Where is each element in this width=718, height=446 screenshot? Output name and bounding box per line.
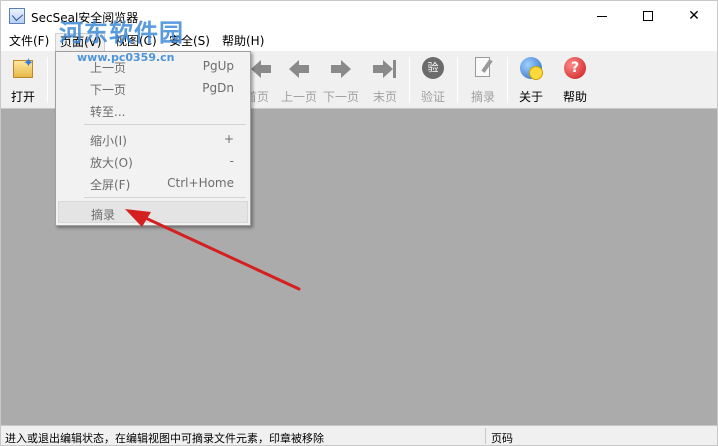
maximize-icon [643, 11, 653, 21]
close-button[interactable]: ✕ [671, 1, 717, 31]
status-divider [485, 428, 486, 444]
close-icon: ✕ [688, 8, 700, 24]
last-page-label: 末页 [372, 90, 397, 104]
help-icon: ? [563, 56, 587, 80]
minimize-icon [597, 15, 607, 17]
toolbar-separator [47, 57, 48, 103]
prev-page-button[interactable]: 上一页 [279, 54, 319, 106]
status-page-number: 页码 [491, 432, 513, 445]
app-icon [9, 8, 25, 24]
menu-item-zoom-in[interactable]: 放大(O) - [58, 150, 248, 172]
menu-item-fullscreen[interactable]: 全屏(F) Ctrl+Home [58, 172, 248, 194]
menu-separator [84, 197, 246, 198]
open-button[interactable]: ✦ 打开 [3, 54, 43, 106]
minimize-button[interactable] [579, 1, 625, 31]
about-icon [519, 56, 543, 80]
next-page-button[interactable]: 下一页 [321, 54, 361, 106]
excerpt-button[interactable]: 摘录 [463, 54, 503, 106]
menu-help[interactable]: 帮助(H) [222, 33, 264, 51]
verify-icon: 验 [421, 56, 445, 80]
menu-item-goto[interactable]: 转至... [58, 99, 248, 121]
help-button[interactable]: ? 帮助 [555, 54, 595, 106]
last-page-icon [373, 56, 397, 80]
excerpt-label: 摘录 [470, 90, 495, 104]
page-menu-dropdown: 上一页 PgUp 下一页 PgDn 转至... 缩小(I) + 放大(O) - … [55, 51, 251, 226]
last-page-button[interactable]: 末页 [365, 54, 405, 106]
maximize-button[interactable] [625, 1, 671, 31]
menu-file[interactable]: 文件(F) [9, 33, 49, 51]
menu-item-next-page[interactable]: 下一页 PgDn [58, 77, 248, 99]
help-label: 帮助 [562, 90, 587, 104]
status-message: 进入或退出编辑状态，在编辑视图中可摘录文件元素，印章被移除 [5, 432, 324, 445]
verify-label: 验证 [420, 90, 445, 104]
open-label: 打开 [10, 90, 35, 104]
app-window: SecSeal安全阅览器 ✕ 文件(F) 页面(V) 视图(C) 安全(S) 帮… [0, 0, 718, 446]
open-folder-icon: ✦ [11, 56, 35, 80]
watermark-url: www.pc0359.cn [77, 51, 175, 64]
arrow-right-icon [329, 56, 353, 80]
about-button[interactable]: 关于 [511, 54, 551, 106]
menu-separator [84, 124, 246, 125]
status-bar: 进入或退出编辑状态，在编辑视图中可摘录文件元素，印章被移除 页码 [1, 425, 717, 445]
arrow-left-icon [287, 56, 311, 80]
watermark-logo: 河东软件园 [59, 18, 184, 47]
verify-button[interactable]: 验 验证 [413, 54, 453, 106]
menu-item-zoom-out[interactable]: 缩小(I) + [58, 128, 248, 150]
menu-item-excerpt[interactable]: 摘录 [58, 201, 248, 223]
edit-pen-icon [471, 56, 495, 80]
